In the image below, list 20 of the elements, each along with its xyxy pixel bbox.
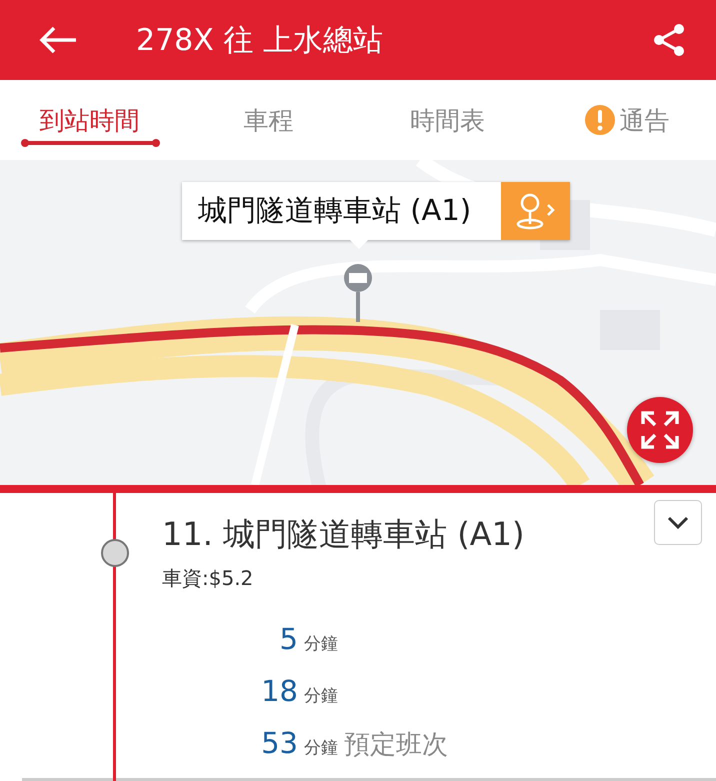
stop-marker-icon xyxy=(101,539,129,567)
tab[interactable]: 車程 xyxy=(179,80,358,160)
fare-text: 車資:$5.2 xyxy=(162,565,254,592)
back-icon[interactable] xyxy=(38,25,78,55)
minutes-unit: 分鐘 xyxy=(304,686,338,706)
tab[interactable]: 時間表 xyxy=(358,80,537,160)
stop-name: 11. 城門隧道轉車站 (A1) xyxy=(162,514,526,555)
chevron-icon[interactable] xyxy=(654,500,702,545)
tab[interactable]: 通告 xyxy=(537,80,716,160)
route-title: 278X 往 上水總站 xyxy=(136,22,384,60)
eta-minutes: 53 xyxy=(260,726,298,760)
tab[interactable]: 到站時間 xyxy=(0,80,179,160)
eta-minutes: 5 xyxy=(278,622,298,656)
scheduled-note: 預定班次 xyxy=(344,730,448,760)
share-icon[interactable] xyxy=(652,23,686,57)
minutes-unit: 分鐘 xyxy=(304,634,338,654)
minutes-unit: 分鐘 xyxy=(304,738,338,758)
bus-stop-pin-icon xyxy=(342,262,374,324)
alert-icon xyxy=(584,104,616,136)
eta-minutes: 18 xyxy=(260,674,298,708)
